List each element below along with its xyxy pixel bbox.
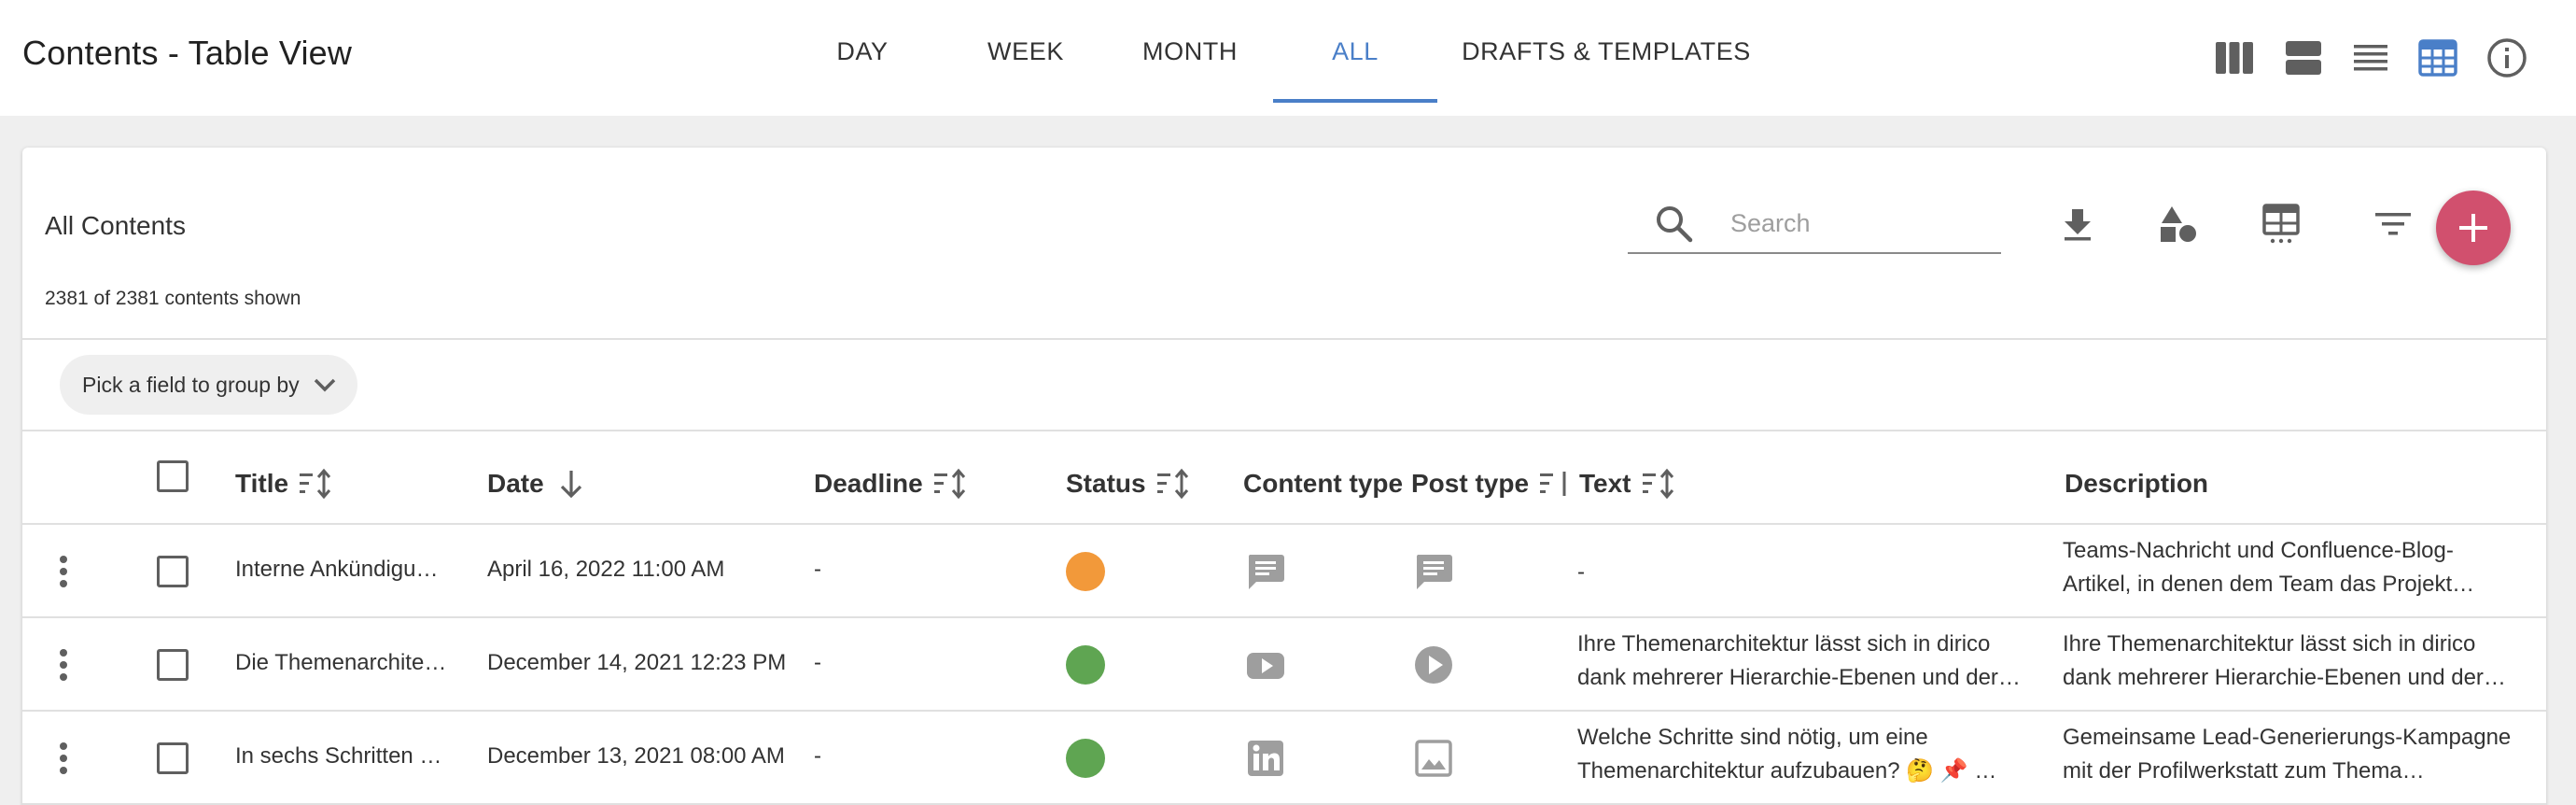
- add-icon: [2459, 214, 2487, 242]
- column-label: Content type: [1243, 469, 1404, 498]
- sort-icon[interactable]: [1538, 466, 1574, 501]
- cell-text: -: [1577, 538, 2044, 589]
- cell-description: Ihre Themenarchitektur lässt sich in dir…: [2063, 628, 2529, 695]
- column-label: Description: [2065, 469, 2209, 498]
- download-icon[interactable]: [2055, 202, 2100, 247]
- table-columns-icon[interactable]: [2259, 202, 2303, 247]
- shapes-icon[interactable]: [2156, 202, 2201, 247]
- cell-date: April 16, 2022 11:00 AM: [487, 557, 725, 582]
- column-label: Date: [487, 469, 544, 498]
- cell-text: Welche Schritte sind nötig, um eine Them…: [1577, 721, 2044, 788]
- contents-count: 2381 of 2381 contents shown: [45, 288, 301, 309]
- cell-deadline: -: [814, 650, 821, 675]
- cell-description-line: Teams-Nachricht und Confluence-Blog-: [2063, 538, 2454, 563]
- column-label: Text: [1579, 469, 1631, 498]
- cell-title[interactable]: In sechs Schritten …: [235, 743, 455, 770]
- list-view-icon[interactable]: [2348, 35, 2393, 80]
- status-badge: [1066, 645, 1105, 685]
- message-icon: [1416, 555, 1452, 589]
- table-row[interactable]: In sechs Schritten … December 13, 2021 0…: [22, 712, 2546, 805]
- cell-text-line: dank mehrerer Hierarchie-Ebenen und der…: [1577, 665, 2021, 690]
- row-menu-icon[interactable]: [49, 740, 78, 777]
- column-label: Deadline: [814, 469, 923, 498]
- cell-description: Gemeinsame Lead-Generierungs-Kampagne mi…: [2063, 721, 2529, 788]
- tab-week[interactable]: WEEK: [984, 0, 1068, 103]
- column-header-content-type: Content type: [1243, 461, 1412, 506]
- cell-description-line: dank mehrerer Hierarchie-Ebenen und der…: [2063, 665, 2506, 690]
- row-menu-icon[interactable]: [49, 553, 78, 590]
- search-icon: [1657, 206, 1693, 243]
- tab-day[interactable]: DAY: [821, 0, 903, 103]
- status-badge: [1066, 739, 1105, 778]
- filter-icon[interactable]: [2371, 202, 2415, 247]
- sort-icon[interactable]: [1641, 466, 1676, 501]
- message-icon: [1248, 555, 1284, 589]
- info-icon[interactable]: [2485, 35, 2529, 80]
- view-tabs: DAY WEEK MONTH ALL DRAFTS & TEMPLATES: [0, 0, 2576, 116]
- column-header-date: Date: [487, 461, 589, 506]
- row-checkbox[interactable]: [157, 556, 189, 587]
- group-by-dropdown[interactable]: Pick a field to group by: [60, 355, 357, 415]
- column-label: Status: [1066, 469, 1146, 498]
- sort-icon[interactable]: [932, 466, 968, 501]
- cell-title[interactable]: Interne Ankündigu…: [235, 557, 455, 583]
- row-menu-icon[interactable]: [49, 646, 78, 684]
- linkedin-icon: [1248, 741, 1283, 776]
- status-badge: [1066, 552, 1105, 591]
- cell-date: December 13, 2021 08:00 AM: [487, 743, 785, 769]
- table-row[interactable]: Interne Ankündigu… April 16, 2022 11:00 …: [22, 525, 2546, 618]
- cell-description-line: mit der Profilwerkstatt zum Thema…: [2063, 758, 2425, 784]
- cell-text: Ihre Themenarchitektur lässt sich in dir…: [1577, 628, 2044, 695]
- cell-title[interactable]: Die Themenarchite…: [235, 650, 455, 676]
- add-content-button[interactable]: [2436, 191, 2511, 265]
- cell-deadline: -: [814, 743, 821, 769]
- column-label: Title: [235, 469, 289, 498]
- column-label: Post type: [1411, 469, 1530, 498]
- select-all-checkbox[interactable]: [157, 460, 189, 492]
- cell-deadline: -: [814, 557, 821, 582]
- cell-text-line: Ihre Themenarchitektur lässt sich in dir…: [1577, 631, 1991, 657]
- columns-view-icon[interactable]: [2212, 35, 2257, 80]
- contents-card: All Contents 2381 of 2381 contents shown…: [22, 148, 2546, 805]
- table-view-icon[interactable]: [2415, 35, 2460, 80]
- cell-date: December 14, 2021 12:23 PM: [487, 650, 787, 675]
- column-header-post-type: Post type: [1411, 461, 1585, 506]
- cell-text-line: Themenarchitektur aufzubauen? 🤔 📌 …: [1577, 758, 1997, 784]
- youtube-icon: [1247, 653, 1284, 679]
- group-by-label: Pick a field to group by: [82, 372, 300, 397]
- row-checkbox[interactable]: [157, 649, 189, 681]
- agenda-view-icon[interactable]: [2281, 35, 2326, 80]
- sort-icon[interactable]: [1155, 466, 1191, 501]
- tab-all[interactable]: ALL: [1273, 0, 1437, 103]
- chevron-down-icon: [314, 378, 335, 392]
- cell-text-line: -: [1577, 559, 1585, 585]
- row-checkbox[interactable]: [157, 742, 189, 774]
- image-icon: [1415, 740, 1452, 777]
- column-header-deadline: Deadline: [814, 461, 968, 506]
- tab-month[interactable]: MONTH: [1139, 0, 1241, 103]
- search-input[interactable]: [1730, 202, 1992, 245]
- column-header-description: Description: [2065, 461, 2218, 506]
- column-header-text: Text: [1579, 461, 1676, 506]
- search-box: [1628, 194, 2001, 254]
- cell-description-line: Gemeinsame Lead-Generierungs-Kampagne: [2063, 725, 2512, 750]
- column-header-status: Status: [1066, 461, 1191, 506]
- divider: [22, 430, 2546, 431]
- table-row[interactable]: Die Themenarchite… December 14, 2021 12:…: [22, 618, 2546, 712]
- active-tab-indicator: [1273, 99, 1437, 103]
- divider: [22, 338, 2546, 340]
- cell-description-line: Ihre Themenarchitektur lässt sich in dir…: [2063, 631, 2476, 657]
- cell-description: Teams-Nachricht und Confluence-Blog- Art…: [2063, 534, 2529, 601]
- tab-drafts-templates[interactable]: DRAFTS & TEMPLATES: [1462, 0, 1751, 103]
- sort-icon[interactable]: [298, 466, 333, 501]
- play-icon: [1415, 646, 1452, 684]
- cell-text-line: Welche Schritte sind nötig, um eine: [1577, 725, 1928, 750]
- top-bar: Contents - Table View DAY WEEK MONTH ALL…: [0, 0, 2576, 116]
- column-header-title: Title: [235, 461, 333, 506]
- card-title: All Contents: [45, 211, 186, 240]
- cell-description-line: Artikel, in denen dem Team das Projekt…: [2063, 572, 2475, 597]
- arrow-down-icon[interactable]: [553, 466, 589, 501]
